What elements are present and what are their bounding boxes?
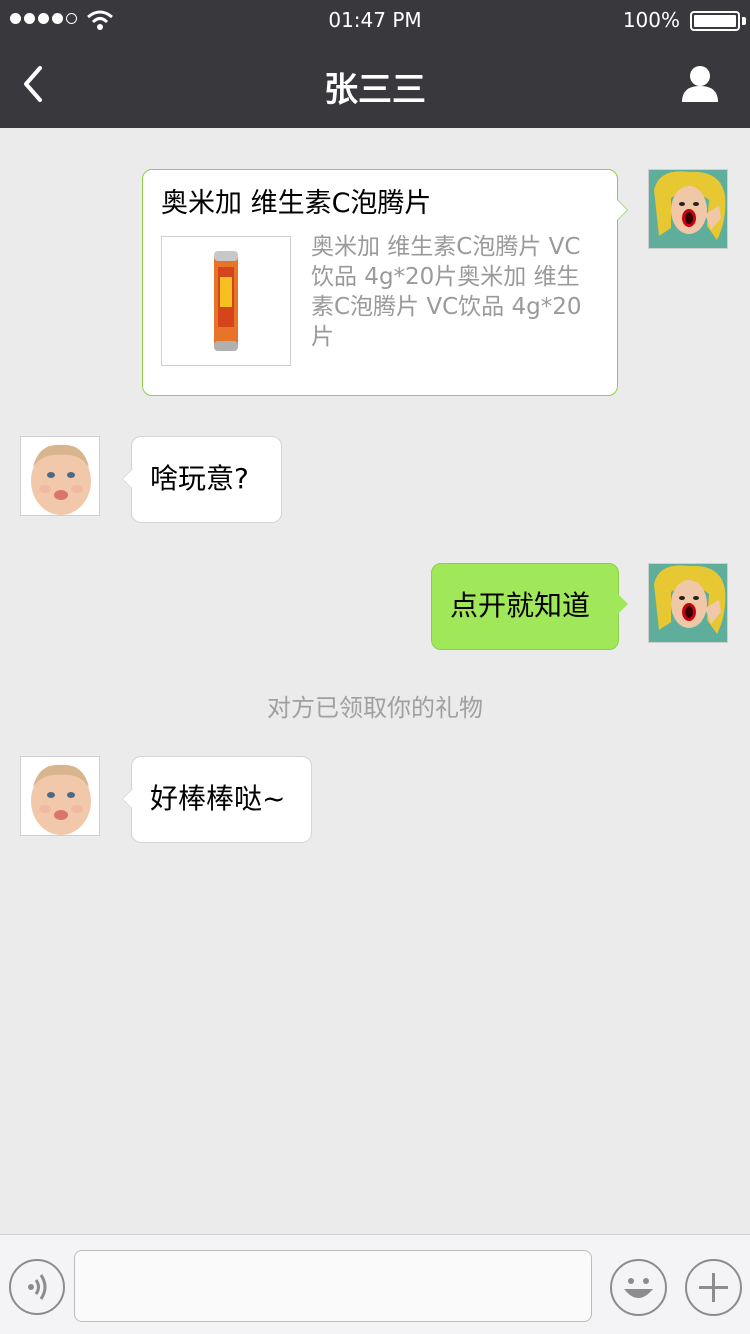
- product-thumbnail: [161, 236, 291, 366]
- message-text: 点开就知道: [450, 589, 591, 622]
- plus-icon: [699, 1273, 728, 1302]
- message-input[interactable]: [74, 1250, 592, 1322]
- my-avatar[interactable]: [648, 563, 728, 643]
- product-card-description: 奥米加 维生素C泡腾片 VC饮品 4g*20片奥米加 维生素C泡腾片 VC饮品 …: [311, 234, 582, 350]
- smiley-icon: [624, 1278, 653, 1298]
- outgoing-message[interactable]: 点开就知道: [431, 563, 628, 650]
- incoming-message[interactable]: 啥玩意?: [122, 436, 282, 523]
- message-text: 好棒棒哒~: [150, 782, 286, 815]
- product-card-title: 奥米加 维生素C泡腾片: [161, 188, 432, 219]
- product-card-message[interactable]: 奥米加 维生素C泡腾片 奥米加 维生素C泡腾片 VC饮品 4g*20片奥米加 维…: [142, 169, 628, 396]
- emoji-button[interactable]: [610, 1259, 667, 1316]
- system-notice: 对方已领取你的礼物: [267, 694, 483, 722]
- battery-icon: [690, 11, 740, 31]
- status-bar: 01:47 PM 100%: [0, 0, 750, 40]
- more-button[interactable]: [685, 1259, 742, 1316]
- incoming-message[interactable]: 好棒棒哒~: [122, 756, 312, 843]
- input-bar: [0, 1234, 750, 1334]
- contact-avatar[interactable]: [20, 436, 100, 516]
- contact-avatar[interactable]: [20, 756, 100, 836]
- voice-icon: [28, 1274, 47, 1300]
- voice-button[interactable]: [9, 1259, 65, 1315]
- battery-percentage: 100%: [622, 8, 680, 32]
- page-title: 张三三: [324, 70, 426, 110]
- my-avatar[interactable]: [648, 169, 728, 249]
- message-text: 啥玩意?: [150, 462, 249, 495]
- person-icon[interactable]: [680, 64, 720, 104]
- nav-bar: 张三三: [0, 40, 750, 128]
